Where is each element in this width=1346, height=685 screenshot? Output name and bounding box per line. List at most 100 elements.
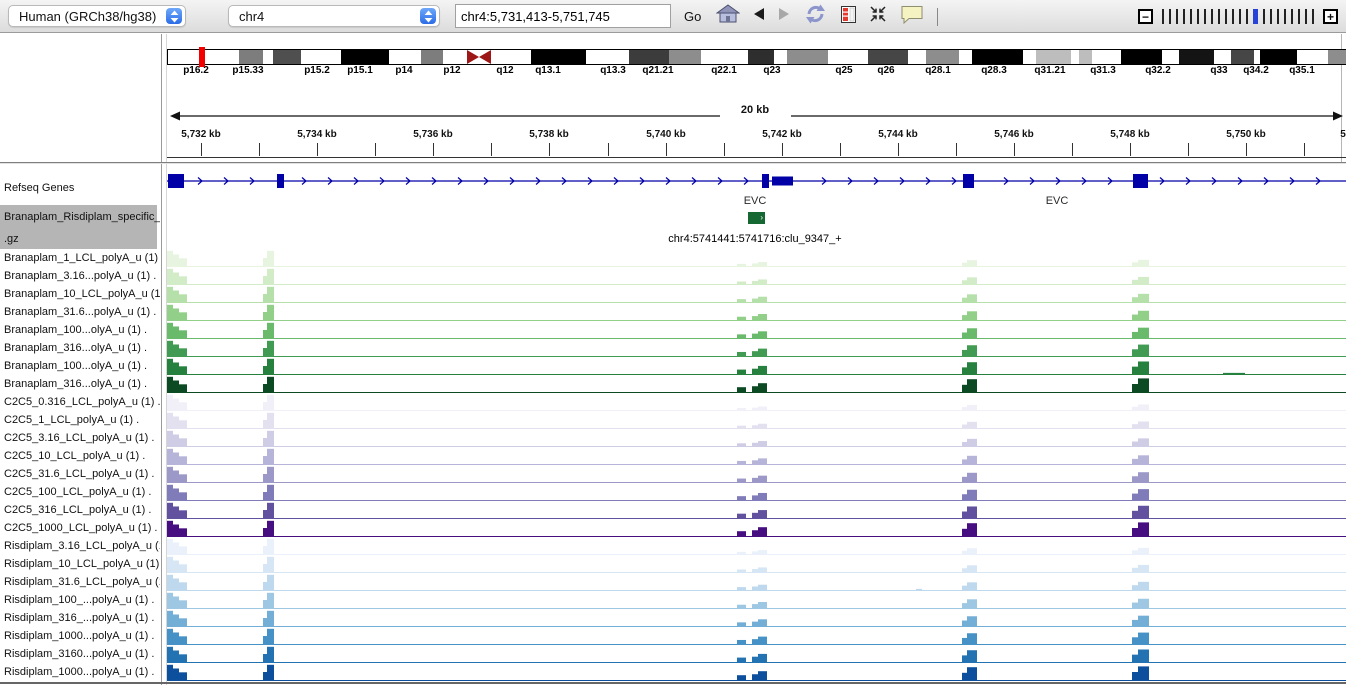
track-label[interactable]: Risdiplam_3.16_LCL_polyA_u (1 xyxy=(4,540,160,552)
zoom-slider-tick[interactable] xyxy=(1190,9,1192,24)
zoom-slider-tick[interactable] xyxy=(1305,9,1307,24)
track-label[interactable]: Risdiplam_316_...polyA_u (1) . xyxy=(4,612,154,624)
zoom-slider-tick[interactable] xyxy=(1183,9,1185,24)
coverage-track-row[interactable] xyxy=(167,627,1346,645)
coverage-track-row[interactable] xyxy=(167,501,1346,519)
zoom-slider-tick[interactable] xyxy=(1270,9,1272,24)
locus-input[interactable] xyxy=(455,4,671,28)
zoom-slider-current-tick[interactable] xyxy=(1253,9,1258,24)
ideogram-band xyxy=(1121,50,1162,64)
track-label[interactable]: C2C5_100_LCL_polyA_u (1) . xyxy=(4,486,151,498)
go-button[interactable]: Go xyxy=(684,9,701,24)
track-label[interactable]: C2C5_3.16_LCL_polyA_u (1) . xyxy=(4,432,154,444)
forward-icon[interactable] xyxy=(778,7,790,26)
coverage-track-row[interactable] xyxy=(167,483,1346,501)
coverage-track-row[interactable] xyxy=(167,375,1346,393)
coverage-track-row[interactable] xyxy=(167,429,1346,447)
refseq-gene-track[interactable]: EVCEVC xyxy=(167,164,1346,210)
track-label[interactable]: Branaplam_100...olyA_u (1) . xyxy=(4,324,147,336)
ruler-tick-label: 5,744 kb xyxy=(858,129,938,140)
zoom-slider-tick[interactable] xyxy=(1169,9,1171,24)
zoom-slider-tick[interactable] xyxy=(1176,9,1178,24)
track-label[interactable]: C2C5_0.316_LCL_polyA_u (1) . xyxy=(4,396,160,408)
coverage-track-row[interactable] xyxy=(167,393,1346,411)
zoom-slider-tick[interactable] xyxy=(1197,9,1199,24)
coverage-track-row[interactable] xyxy=(167,447,1346,465)
coverage-track-row[interactable] xyxy=(167,285,1346,303)
zoom-slider-tick[interactable] xyxy=(1162,9,1164,24)
coverage-track-row[interactable] xyxy=(167,519,1346,537)
home-icon[interactable] xyxy=(716,4,740,29)
ideogram-band xyxy=(1231,50,1254,64)
track-label[interactable]: Branaplam_316...olyA_u (1) . xyxy=(4,342,147,354)
zoom-slider-tick[interactable] xyxy=(1291,9,1293,24)
zoom-slider-tick[interactable] xyxy=(1211,9,1213,24)
zoom-slider-tick[interactable] xyxy=(1204,9,1206,24)
refresh-icon[interactable] xyxy=(803,3,828,30)
coverage-track-row[interactable] xyxy=(167,303,1346,321)
track-label[interactable]: Risdiplam_100_...polyA_u (1) . xyxy=(4,594,154,606)
zoom-slider-tick[interactable] xyxy=(1312,9,1314,24)
track-label[interactable]: Risdiplam_31.6_LCL_polyA_u (1 xyxy=(4,576,160,588)
zoom-slider-tick[interactable] xyxy=(1232,9,1234,24)
ruler-tick xyxy=(1188,143,1189,156)
ruler-tick xyxy=(549,143,550,156)
view-location-marker[interactable] xyxy=(199,47,205,67)
track-label[interactable]: Risdiplam_10_LCL_polyA_u (1) . xyxy=(4,558,160,570)
track-label-annotation-line1[interactable]: Branaplam_Risdiplam_specific_int xyxy=(4,211,160,223)
ideogram-band xyxy=(908,50,926,64)
coverage-track-row[interactable] xyxy=(167,321,1346,339)
coverage-track-row[interactable] xyxy=(167,465,1346,483)
genome-select[interactable]: Human (GRCh38/hg38) xyxy=(8,5,186,27)
track-label[interactable]: C2C5_1_LCL_polyA_u (1) . xyxy=(4,414,139,426)
coverage-track-row[interactable] xyxy=(167,267,1346,285)
track-label-annotation-line2[interactable]: .gz xyxy=(4,233,19,245)
coverage-track-row[interactable] xyxy=(167,249,1346,267)
track-label[interactable]: Branaplam_1_LCL_polyA_u (1) . xyxy=(4,252,160,264)
track-label[interactable]: Branaplam_100...olyA_u (1) . xyxy=(4,360,147,372)
coverage-track-row[interactable] xyxy=(167,573,1346,591)
ideogram-band xyxy=(421,50,443,64)
coverage-track-row[interactable] xyxy=(167,411,1346,429)
track-label[interactable]: C2C5_31.6_LCL_polyA_u (1) . xyxy=(4,468,154,480)
track-label[interactable]: Branaplam_31.6...polyA_u (1) . xyxy=(4,306,156,318)
ideogram[interactable] xyxy=(167,49,1346,65)
zoom-out-button[interactable]: − xyxy=(1138,9,1153,24)
track-label[interactable]: Risdiplam_3160...polyA_u (1) . xyxy=(4,648,154,660)
track-label[interactable]: Risdiplam_1000...polyA_u (1) . xyxy=(4,630,154,642)
coverage-track-row[interactable] xyxy=(167,591,1346,609)
track-label[interactable]: C2C5_10_LCL_polyA_u (1) . xyxy=(4,450,145,462)
zoom-slider-tick[interactable] xyxy=(1246,9,1248,24)
zoom-slider[interactable] xyxy=(1162,9,1314,24)
track-label[interactable]: Branaplam_316...olyA_u (1) . xyxy=(4,378,147,390)
track-label-refseq[interactable]: Refseq Genes xyxy=(4,182,74,194)
zoom-slider-tick[interactable] xyxy=(1239,9,1241,24)
coverage-track-row[interactable] xyxy=(167,357,1346,375)
track-label[interactable]: Branaplam_3.16...polyA_u (1) . xyxy=(4,270,156,282)
zoom-slider-tick[interactable] xyxy=(1298,9,1300,24)
region-tool-icon[interactable] xyxy=(841,6,856,28)
svg-text:EVC: EVC xyxy=(1046,195,1069,207)
coverage-track-row[interactable] xyxy=(167,609,1346,627)
zoom-slider-tick[interactable] xyxy=(1284,9,1286,24)
coverage-track-row[interactable] xyxy=(167,537,1346,555)
zoom-slider-tick[interactable] xyxy=(1225,9,1227,24)
track-label[interactable]: C2C5_316_LCL_polyA_u (1) . xyxy=(4,504,151,516)
span-label: 20 kb xyxy=(725,104,785,116)
annotation-feature[interactable]: › xyxy=(748,212,765,224)
coverage-track-row[interactable] xyxy=(167,555,1346,573)
track-label[interactable]: Risdiplam_1000...polyA_u (1) . xyxy=(4,666,154,678)
zoom-slider-tick[interactable] xyxy=(1218,9,1220,24)
track-label[interactable]: Branaplam_10_LCL_polyA_u (1) xyxy=(4,288,160,300)
zoom-slider-tick[interactable] xyxy=(1263,9,1265,24)
track-label[interactable]: C2C5_1000_LCL_polyA_u (1) . xyxy=(4,522,158,534)
coverage-track-row[interactable] xyxy=(167,339,1346,357)
chromosome-select[interactable]: chr4 xyxy=(228,5,440,27)
zoom-slider-tick[interactable] xyxy=(1277,9,1279,24)
back-icon[interactable] xyxy=(753,7,765,26)
fit-window-icon[interactable] xyxy=(869,5,887,28)
zoom-in-button[interactable]: + xyxy=(1323,9,1338,24)
coverage-track-row[interactable] xyxy=(167,645,1346,663)
coverage-track-row[interactable] xyxy=(167,663,1346,681)
popup-text-icon[interactable] xyxy=(900,5,924,29)
